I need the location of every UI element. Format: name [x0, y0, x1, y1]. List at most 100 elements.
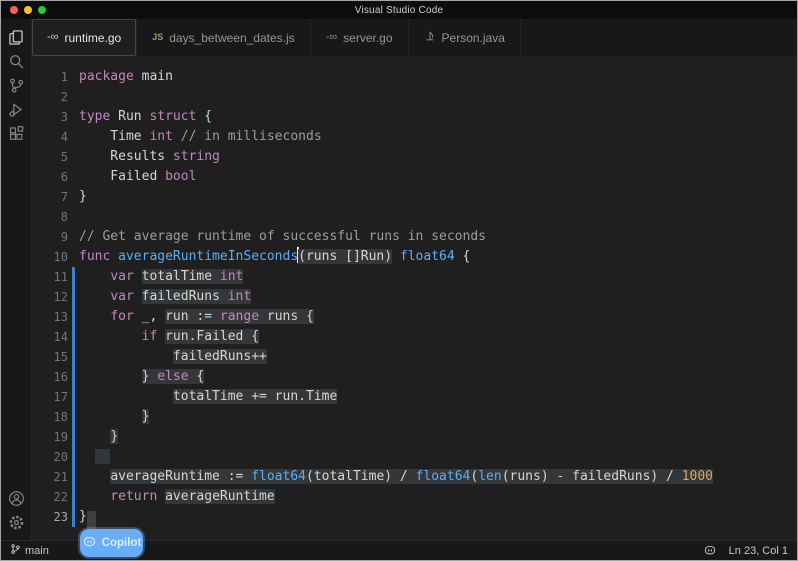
settings-gear-icon — [8, 514, 25, 531]
selection-end-block — [87, 511, 96, 529]
code-token: averageRuntimeInSeconds — [118, 249, 298, 264]
code-line[interactable]: 15 failedRuns++ — [32, 347, 797, 367]
code-line[interactable]: 8 — [32, 207, 797, 227]
code-text: Failed bool — [79, 167, 196, 187]
tab-server-go[interactable]: -∞ server.go — [311, 19, 409, 56]
code-line[interactable]: 4 Time int // in milliseconds — [32, 127, 797, 147]
activity-bar-search[interactable] — [1, 49, 32, 73]
code-token: struct — [149, 109, 196, 124]
code-token — [173, 129, 181, 144]
zoom-button[interactable] — [38, 6, 46, 14]
code-token: } — [142, 409, 150, 424]
activity-bar-run-debug[interactable] — [1, 97, 32, 121]
code-token — [79, 449, 95, 464]
code-token: averageRuntime := — [110, 469, 251, 484]
code-text: // Get average runtime of successful run… — [79, 227, 486, 247]
code-token: totalTime — [142, 269, 220, 284]
code-token: Time — [79, 129, 149, 144]
activity-bar-source-control[interactable] — [1, 73, 32, 97]
code-token: { — [196, 109, 212, 124]
line-number: 15 — [32, 347, 68, 367]
code-token: run.Failed { — [165, 329, 259, 344]
code-text: totalTime += run.Time — [79, 387, 337, 407]
code-line[interactable]: 11 var totalTime int — [32, 267, 797, 287]
gutter-spacer — [68, 227, 79, 247]
code-token: _, — [134, 309, 165, 324]
code-line[interactable]: 13 for _, run := range runs { — [32, 307, 797, 327]
activity-bar-settings[interactable] — [1, 510, 32, 534]
gutter-spacer — [68, 147, 79, 167]
code-token: Failed — [79, 169, 165, 184]
tab-label: Person.java — [442, 31, 505, 45]
code-token — [79, 489, 110, 504]
gutter-spacer — [68, 207, 79, 227]
modified-line-marker — [68, 287, 79, 307]
code-text: type Run struct { — [79, 107, 212, 127]
code-token — [157, 489, 165, 504]
code-token: (totalTime) / — [306, 469, 416, 484]
code-line[interactable]: 6 Failed bool — [32, 167, 797, 187]
close-button[interactable] — [10, 6, 18, 14]
code-token: type — [79, 109, 110, 124]
code-token: main — [134, 69, 173, 84]
code-token: float64 — [400, 249, 455, 264]
code-token: } — [79, 509, 87, 524]
tab-days-between-dates-js[interactable]: JS days_between_dates.js — [137, 19, 310, 56]
code-line[interactable]: 1package main — [32, 67, 797, 87]
modified-line-marker — [68, 367, 79, 387]
code-token — [157, 329, 165, 344]
code-token: func — [79, 249, 110, 264]
line-number: 23 — [32, 507, 68, 527]
code-editor[interactable]: 1package main23type Run struct {4 Time i… — [32, 57, 797, 540]
activity-bar-account[interactable] — [1, 486, 32, 510]
code-line[interactable]: 16 } else { — [32, 367, 797, 387]
code-line[interactable]: 7} — [32, 187, 797, 207]
modified-line-marker — [68, 327, 79, 347]
window-controls — [10, 6, 46, 14]
code-text: failedRuns++ — [79, 347, 267, 367]
tab-person-java[interactable]: Person.java — [409, 19, 521, 56]
code-line[interactable]: 3type Run struct { — [32, 107, 797, 127]
line-number: 8 — [32, 207, 68, 227]
minimize-button[interactable] — [24, 6, 32, 14]
code-token: if — [142, 329, 158, 344]
code-line[interactable]: 5 Results string — [32, 147, 797, 167]
tab-label: runtime.go — [65, 31, 122, 45]
code-token — [134, 289, 142, 304]
activity-bar-extensions[interactable] — [1, 121, 32, 145]
modified-line-marker — [68, 487, 79, 507]
tab-label: days_between_dates.js — [169, 31, 294, 45]
code-token — [134, 269, 142, 284]
code-line[interactable]: 12 var failedRuns int — [32, 287, 797, 307]
code-token — [95, 449, 111, 464]
code-line[interactable]: 18 } — [32, 407, 797, 427]
activity-bar-explorer[interactable] — [1, 25, 32, 49]
modified-line-marker — [68, 307, 79, 327]
git-branch-indicator[interactable]: main — [10, 543, 49, 558]
git-branch-icon — [10, 543, 21, 558]
copilot-button[interactable]: Copilot — [80, 529, 143, 557]
code-text: } else { — [79, 367, 204, 387]
code-line[interactable]: 21 averageRuntime := float64(totalTime) … — [32, 467, 797, 487]
line-number: 16 — [32, 367, 68, 387]
line-number: 14 — [32, 327, 68, 347]
cursor-position-indicator[interactable]: Ln 23, Col 1 — [729, 545, 788, 557]
code-line[interactable]: 20 — [32, 447, 797, 467]
code-line[interactable]: 19 } — [32, 427, 797, 447]
code-token: (runs) - failedRuns) / — [502, 469, 682, 484]
code-line[interactable]: 14 if run.Failed { — [32, 327, 797, 347]
code-token — [79, 369, 142, 384]
code-line[interactable]: 2 — [32, 87, 797, 107]
code-token — [79, 409, 142, 424]
code-line[interactable]: 23} — [32, 507, 797, 527]
line-number: 21 — [32, 467, 68, 487]
code-text: if run.Failed { — [79, 327, 259, 347]
copilot-status-icon[interactable] — [703, 544, 717, 557]
code-token: int — [228, 289, 251, 304]
tab-runtime-go[interactable]: -∞ runtime.go — [32, 19, 137, 56]
code-line[interactable]: 9// Get average runtime of successful ru… — [32, 227, 797, 247]
code-line[interactable]: 22 return averageRuntime — [32, 487, 797, 507]
code-line[interactable]: 17 totalTime += run.Time — [32, 387, 797, 407]
gutter-spacer — [68, 127, 79, 147]
code-line[interactable]: 10func averageRuntimeInSeconds(runs []Ru… — [32, 247, 797, 267]
